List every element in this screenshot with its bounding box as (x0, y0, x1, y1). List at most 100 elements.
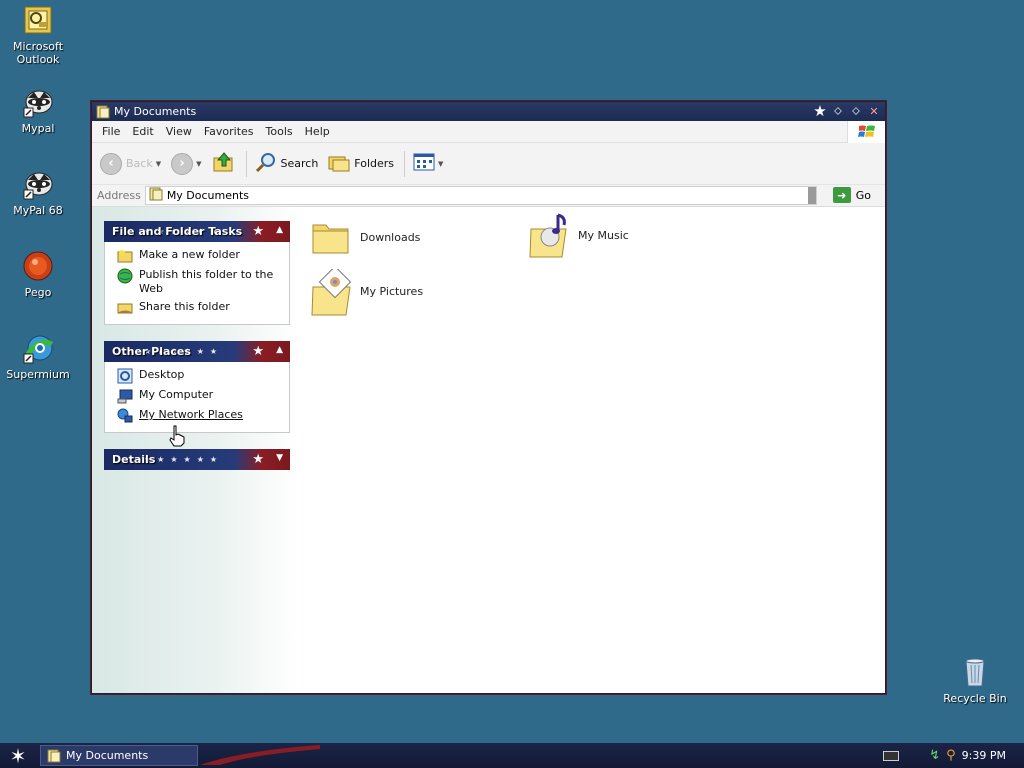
place-my-computer[interactable]: My Computer (117, 388, 289, 404)
desktop-icon-recycle-bin[interactable]: Recycle Bin (940, 656, 1010, 705)
globe-icon (117, 268, 133, 284)
place-desktop[interactable]: Desktop (117, 368, 289, 384)
desktop-icon-label: Supermium (6, 368, 70, 381)
task-label: Share this folder (139, 300, 230, 313)
file-folder-tasks-header[interactable]: ★★★★★★ File and Folder Tasks ★ ▲ (104, 221, 290, 242)
taskbar: ✶ My Documents ↯ ⚲ 9:39 PM (0, 743, 1024, 768)
star-icon: ★ (252, 344, 264, 359)
clock[interactable]: 9:39 PM (962, 749, 1006, 762)
window-content: ★★★★★★ File and Folder Tasks ★ ▲ Make a … (92, 207, 885, 693)
details-header[interactable]: ★★★★★★ Details ★ ▼ (104, 449, 290, 470)
start-button[interactable]: ✶ (0, 743, 36, 768)
address-label: Address (97, 189, 141, 202)
desktop-icon-label: Mypal (21, 122, 55, 135)
desktop-icon (117, 368, 133, 384)
star-icon: ✶ (9, 743, 27, 768)
taskbar-button-my-documents[interactable]: My Documents (40, 745, 198, 766)
file-name: My Pictures (360, 284, 424, 298)
other-places-header[interactable]: ★★★★★★ Other Places ★ ▲ (104, 341, 290, 362)
section-title: File and Folder Tasks (112, 225, 243, 238)
back-arrow-icon: ‹ (100, 152, 122, 175)
chevron-down-icon: ▼ (155, 159, 162, 168)
go-label: Go (855, 188, 871, 202)
address-field[interactable]: My Documents (144, 186, 817, 205)
toolbar-separator (404, 150, 406, 177)
task-share-folder[interactable]: Share this folder (117, 300, 289, 316)
my-documents-icon (96, 105, 110, 119)
chevron-down-icon: ▼ (438, 159, 444, 168)
chevron-up-icon[interactable]: ▲ (276, 225, 283, 235)
share-folder-icon (117, 300, 133, 316)
address-value: My Documents (166, 189, 250, 202)
taskbar-swoosh-icon (200, 745, 320, 765)
forward-arrow-icon: › (171, 152, 194, 175)
folders-label: Folders (354, 157, 395, 170)
search-tray-icon[interactable]: ⚲ (946, 748, 956, 763)
star-icon: ★ (813, 102, 827, 120)
chevron-down-icon[interactable]: ▼ (276, 453, 283, 463)
menu-help[interactable]: Help (299, 125, 336, 138)
close-button[interactable]: ✕ (867, 104, 881, 118)
menu-file[interactable]: File (96, 125, 126, 138)
windows-logo-icon (847, 121, 885, 143)
task-make-new-folder[interactable]: Make a new folder (117, 248, 289, 264)
address-dropdown-button[interactable] (807, 187, 816, 204)
go-arrow-icon: ➜ (832, 187, 851, 203)
desktop-icon-label: Pego (24, 286, 52, 299)
file-name: My Music (578, 228, 629, 242)
raccoon-icon (22, 86, 54, 118)
star-icon: ★ (252, 224, 264, 239)
menu-tools[interactable]: Tools (260, 125, 299, 138)
folder-my-music[interactable]: My Music (528, 213, 629, 258)
network-tray-icon[interactable]: ↯ (929, 748, 940, 763)
task-publish-folder[interactable]: Publish this folder to the Web (117, 268, 289, 296)
desktop-icon-pego[interactable]: Pego (0, 250, 76, 299)
window-titlebar[interactable]: My Documents ★ ⬦ ⬦ ✕ (92, 102, 885, 121)
menu-bar: File Edit View Favorites Tools Help (92, 121, 885, 143)
section-title: Details (112, 453, 156, 466)
window-title: My Documents (114, 105, 197, 118)
up-button[interactable] (212, 151, 236, 176)
back-button[interactable]: ‹ Back ▼ (100, 152, 162, 175)
recycle-bin-icon (959, 656, 991, 688)
outlook-icon (22, 4, 54, 36)
minimize-button[interactable]: ⬦ (831, 104, 845, 118)
music-folder-icon (528, 213, 572, 258)
star-icon: ★ (252, 452, 264, 467)
desktop-icon-mypal68[interactable]: MyPal 68 (0, 168, 76, 217)
folder-downloads[interactable]: Downloads (310, 215, 420, 259)
place-label: Desktop (139, 368, 185, 381)
folders-button[interactable]: Folders (328, 152, 394, 175)
search-button[interactable]: Search (255, 151, 318, 176)
folder-up-icon (212, 151, 236, 176)
desktop-icon-label: Microsoft Outlook (12, 40, 64, 66)
explorer-window: My Documents ★ ⬦ ⬦ ✕ File Edit View Favo… (91, 101, 886, 694)
desktop-icon-mypal[interactable]: Mypal (0, 86, 76, 135)
place-label: My Network Places (139, 408, 243, 421)
menu-edit[interactable]: Edit (126, 125, 159, 138)
new-folder-icon (117, 248, 133, 264)
folder-my-pictures[interactable]: My Pictures (310, 265, 424, 316)
my-computer-icon (117, 388, 133, 404)
section-title: Other Places (112, 345, 191, 358)
menu-favorites[interactable]: Favorites (198, 125, 260, 138)
menu-view[interactable]: View (160, 125, 198, 138)
details-section: ★★★★★★ Details ★ ▼ (104, 449, 290, 470)
views-button[interactable]: ▼ (413, 153, 443, 174)
pego-icon (22, 250, 54, 282)
chevron-up-icon[interactable]: ▲ (276, 345, 283, 355)
folders-icon (328, 152, 350, 175)
file-name: Downloads (360, 230, 421, 244)
folder-icon (310, 215, 354, 259)
desktop-icon-outlook[interactable]: Microsoft Outlook (0, 4, 76, 66)
raccoon-icon (22, 168, 54, 200)
desktop-icon-supermium[interactable]: Supermium (0, 332, 76, 381)
task-pane: ★★★★★★ File and Folder Tasks ★ ▲ Make a … (92, 207, 298, 693)
forward-button[interactable]: › ▼ (171, 152, 202, 175)
place-my-network-places[interactable]: My Network Places (117, 408, 289, 424)
keyboard-icon[interactable] (883, 750, 900, 761)
taskbar-button-label: My Documents (66, 749, 149, 762)
maximize-button[interactable]: ⬦ (849, 104, 863, 118)
go-button[interactable]: ➜ Go (832, 187, 871, 203)
standard-toolbar: ‹ Back ▼ › ▼ Search Folders ▼ (92, 143, 885, 185)
